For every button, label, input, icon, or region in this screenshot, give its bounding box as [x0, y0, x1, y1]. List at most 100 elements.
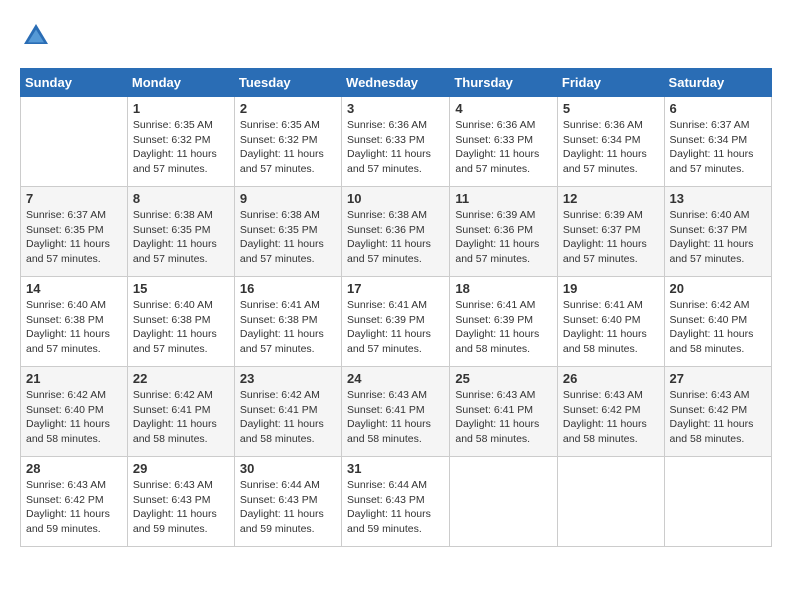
- page-header: [20, 20, 772, 52]
- day-detail: Sunrise: 6:38 AM Sunset: 6:35 PM Dayligh…: [240, 208, 336, 267]
- day-number: 5: [563, 101, 659, 116]
- day-detail: Sunrise: 6:38 AM Sunset: 6:35 PM Dayligh…: [133, 208, 229, 267]
- day-detail: Sunrise: 6:42 AM Sunset: 6:40 PM Dayligh…: [670, 298, 766, 357]
- calendar-cell: [557, 457, 664, 547]
- day-detail: Sunrise: 6:43 AM Sunset: 6:41 PM Dayligh…: [455, 388, 552, 447]
- weekday-header: Monday: [127, 69, 234, 97]
- day-number: 4: [455, 101, 552, 116]
- calendar-cell: 8 Sunrise: 6:38 AM Sunset: 6:35 PM Daylig…: [127, 187, 234, 277]
- calendar-cell: 23 Sunrise: 6:42 AM Sunset: 6:41 PM Dayli…: [234, 367, 341, 457]
- calendar-cell: 9 Sunrise: 6:38 AM Sunset: 6:35 PM Daylig…: [234, 187, 341, 277]
- weekday-header: Thursday: [450, 69, 558, 97]
- day-detail: Sunrise: 6:43 AM Sunset: 6:42 PM Dayligh…: [26, 478, 122, 537]
- calendar-cell: 18 Sunrise: 6:41 AM Sunset: 6:39 PM Dayli…: [450, 277, 558, 367]
- calendar-cell: 28 Sunrise: 6:43 AM Sunset: 6:42 PM Dayli…: [21, 457, 128, 547]
- day-number: 21: [26, 371, 122, 386]
- day-detail: Sunrise: 6:40 AM Sunset: 6:37 PM Dayligh…: [670, 208, 766, 267]
- day-detail: Sunrise: 6:41 AM Sunset: 6:39 PM Dayligh…: [347, 298, 444, 357]
- day-number: 8: [133, 191, 229, 206]
- calendar-cell: 13 Sunrise: 6:40 AM Sunset: 6:37 PM Dayli…: [664, 187, 771, 277]
- calendar-cell: 24 Sunrise: 6:43 AM Sunset: 6:41 PM Dayli…: [342, 367, 450, 457]
- calendar-cell: 27 Sunrise: 6:43 AM Sunset: 6:42 PM Dayli…: [664, 367, 771, 457]
- calendar-cell: 12 Sunrise: 6:39 AM Sunset: 6:37 PM Dayli…: [557, 187, 664, 277]
- day-number: 15: [133, 281, 229, 296]
- calendar-cell: 14 Sunrise: 6:40 AM Sunset: 6:38 PM Dayli…: [21, 277, 128, 367]
- calendar-cell: 25 Sunrise: 6:43 AM Sunset: 6:41 PM Dayli…: [450, 367, 558, 457]
- day-number: 29: [133, 461, 229, 476]
- calendar-cell: 2 Sunrise: 6:35 AM Sunset: 6:32 PM Daylig…: [234, 97, 341, 187]
- day-detail: Sunrise: 6:40 AM Sunset: 6:38 PM Dayligh…: [26, 298, 122, 357]
- day-detail: Sunrise: 6:44 AM Sunset: 6:43 PM Dayligh…: [240, 478, 336, 537]
- calendar-cell: 11 Sunrise: 6:39 AM Sunset: 6:36 PM Dayli…: [450, 187, 558, 277]
- calendar-cell: 26Sunrise: 6:43 AM Sunset: 6:42 PM Dayli…: [557, 367, 664, 457]
- calendar-cell: 7 Sunrise: 6:37 AM Sunset: 6:35 PM Daylig…: [21, 187, 128, 277]
- calendar-cell: 22 Sunrise: 6:42 AM Sunset: 6:41 PM Dayli…: [127, 367, 234, 457]
- day-number: 31: [347, 461, 444, 476]
- day-detail: Sunrise: 6:41 AM Sunset: 6:38 PM Dayligh…: [240, 298, 336, 357]
- calendar-cell: 1Sunrise: 6:35 AM Sunset: 6:32 PM Daylig…: [127, 97, 234, 187]
- day-detail: Sunrise: 6:35 AM Sunset: 6:32 PM Dayligh…: [133, 118, 229, 177]
- calendar-cell: 3Sunrise: 6:36 AM Sunset: 6:33 PM Daylig…: [342, 97, 450, 187]
- day-number: 11: [455, 191, 552, 206]
- day-number: 27: [670, 371, 766, 386]
- day-detail: Sunrise: 6:37 AM Sunset: 6:34 PM Dayligh…: [670, 118, 766, 177]
- day-detail: Sunrise: 6:39 AM Sunset: 6:36 PM Dayligh…: [455, 208, 552, 267]
- day-detail: Sunrise: 6:43 AM Sunset: 6:43 PM Dayligh…: [133, 478, 229, 537]
- day-number: 30: [240, 461, 336, 476]
- calendar-week-row: 21 Sunrise: 6:42 AM Sunset: 6:40 PM Dayli…: [21, 367, 772, 457]
- calendar-cell: 21 Sunrise: 6:42 AM Sunset: 6:40 PM Dayli…: [21, 367, 128, 457]
- calendar-cell: [21, 97, 128, 187]
- calendar-cell: 16 Sunrise: 6:41 AM Sunset: 6:38 PM Dayli…: [234, 277, 341, 367]
- day-number: 24: [347, 371, 444, 386]
- day-detail: Sunrise: 6:44 AM Sunset: 6:43 PM Dayligh…: [347, 478, 444, 537]
- calendar-cell: [664, 457, 771, 547]
- day-detail: Sunrise: 6:42 AM Sunset: 6:41 PM Dayligh…: [240, 388, 336, 447]
- day-number: 26: [563, 371, 659, 386]
- day-number: 28: [26, 461, 122, 476]
- day-number: 16: [240, 281, 336, 296]
- weekday-header: Wednesday: [342, 69, 450, 97]
- day-number: 2: [240, 101, 336, 116]
- calendar-cell: 15 Sunrise: 6:40 AM Sunset: 6:38 PM Dayli…: [127, 277, 234, 367]
- weekday-header: Saturday: [664, 69, 771, 97]
- weekday-header-row: SundayMondayTuesdayWednesdayThursdayFrid…: [21, 69, 772, 97]
- calendar-cell: 31 Sunrise: 6:44 AM Sunset: 6:43 PM Dayli…: [342, 457, 450, 547]
- calendar-cell: 5Sunrise: 6:36 AM Sunset: 6:34 PM Daylig…: [557, 97, 664, 187]
- calendar-table: SundayMondayTuesdayWednesdayThursdayFrid…: [20, 68, 772, 547]
- day-detail: Sunrise: 6:43 AM Sunset: 6:41 PM Dayligh…: [347, 388, 444, 447]
- day-detail: Sunrise: 6:41 AM Sunset: 6:40 PM Dayligh…: [563, 298, 659, 357]
- day-number: 7: [26, 191, 122, 206]
- day-detail: Sunrise: 6:37 AM Sunset: 6:35 PM Dayligh…: [26, 208, 122, 267]
- day-number: 20: [670, 281, 766, 296]
- calendar-cell: 10 Sunrise: 6:38 AM Sunset: 6:36 PM Dayli…: [342, 187, 450, 277]
- day-number: 25: [455, 371, 552, 386]
- day-number: 12: [563, 191, 659, 206]
- calendar-cell: [450, 457, 558, 547]
- day-number: 18: [455, 281, 552, 296]
- calendar-cell: 20 Sunrise: 6:42 AM Sunset: 6:40 PM Dayli…: [664, 277, 771, 367]
- calendar-week-row: 7 Sunrise: 6:37 AM Sunset: 6:35 PM Daylig…: [21, 187, 772, 277]
- day-number: 6: [670, 101, 766, 116]
- day-number: 22: [133, 371, 229, 386]
- weekday-header: Tuesday: [234, 69, 341, 97]
- day-detail: Sunrise: 6:42 AM Sunset: 6:41 PM Dayligh…: [133, 388, 229, 447]
- calendar-cell: 6 Sunrise: 6:37 AM Sunset: 6:34 PM Daylig…: [664, 97, 771, 187]
- day-detail: Sunrise: 6:40 AM Sunset: 6:38 PM Dayligh…: [133, 298, 229, 357]
- day-number: 23: [240, 371, 336, 386]
- day-number: 19: [563, 281, 659, 296]
- day-detail: Sunrise: 6:43 AM Sunset: 6:42 PM Dayligh…: [670, 388, 766, 447]
- day-detail: Sunrise: 6:38 AM Sunset: 6:36 PM Dayligh…: [347, 208, 444, 267]
- day-number: 13: [670, 191, 766, 206]
- day-number: 14: [26, 281, 122, 296]
- logo: [20, 20, 56, 52]
- day-detail: Sunrise: 6:41 AM Sunset: 6:39 PM Dayligh…: [455, 298, 552, 357]
- logo-icon: [20, 20, 52, 52]
- calendar-cell: 29 Sunrise: 6:43 AM Sunset: 6:43 PM Dayli…: [127, 457, 234, 547]
- day-number: 9: [240, 191, 336, 206]
- day-detail: Sunrise: 6:42 AM Sunset: 6:40 PM Dayligh…: [26, 388, 122, 447]
- day-number: 10: [347, 191, 444, 206]
- day-detail: Sunrise: 6:36 AM Sunset: 6:33 PM Dayligh…: [347, 118, 444, 177]
- day-detail: Sunrise: 6:39 AM Sunset: 6:37 PM Dayligh…: [563, 208, 659, 267]
- day-detail: Sunrise: 6:35 AM Sunset: 6:32 PM Dayligh…: [240, 118, 336, 177]
- calendar-cell: 17Sunrise: 6:41 AM Sunset: 6:39 PM Dayli…: [342, 277, 450, 367]
